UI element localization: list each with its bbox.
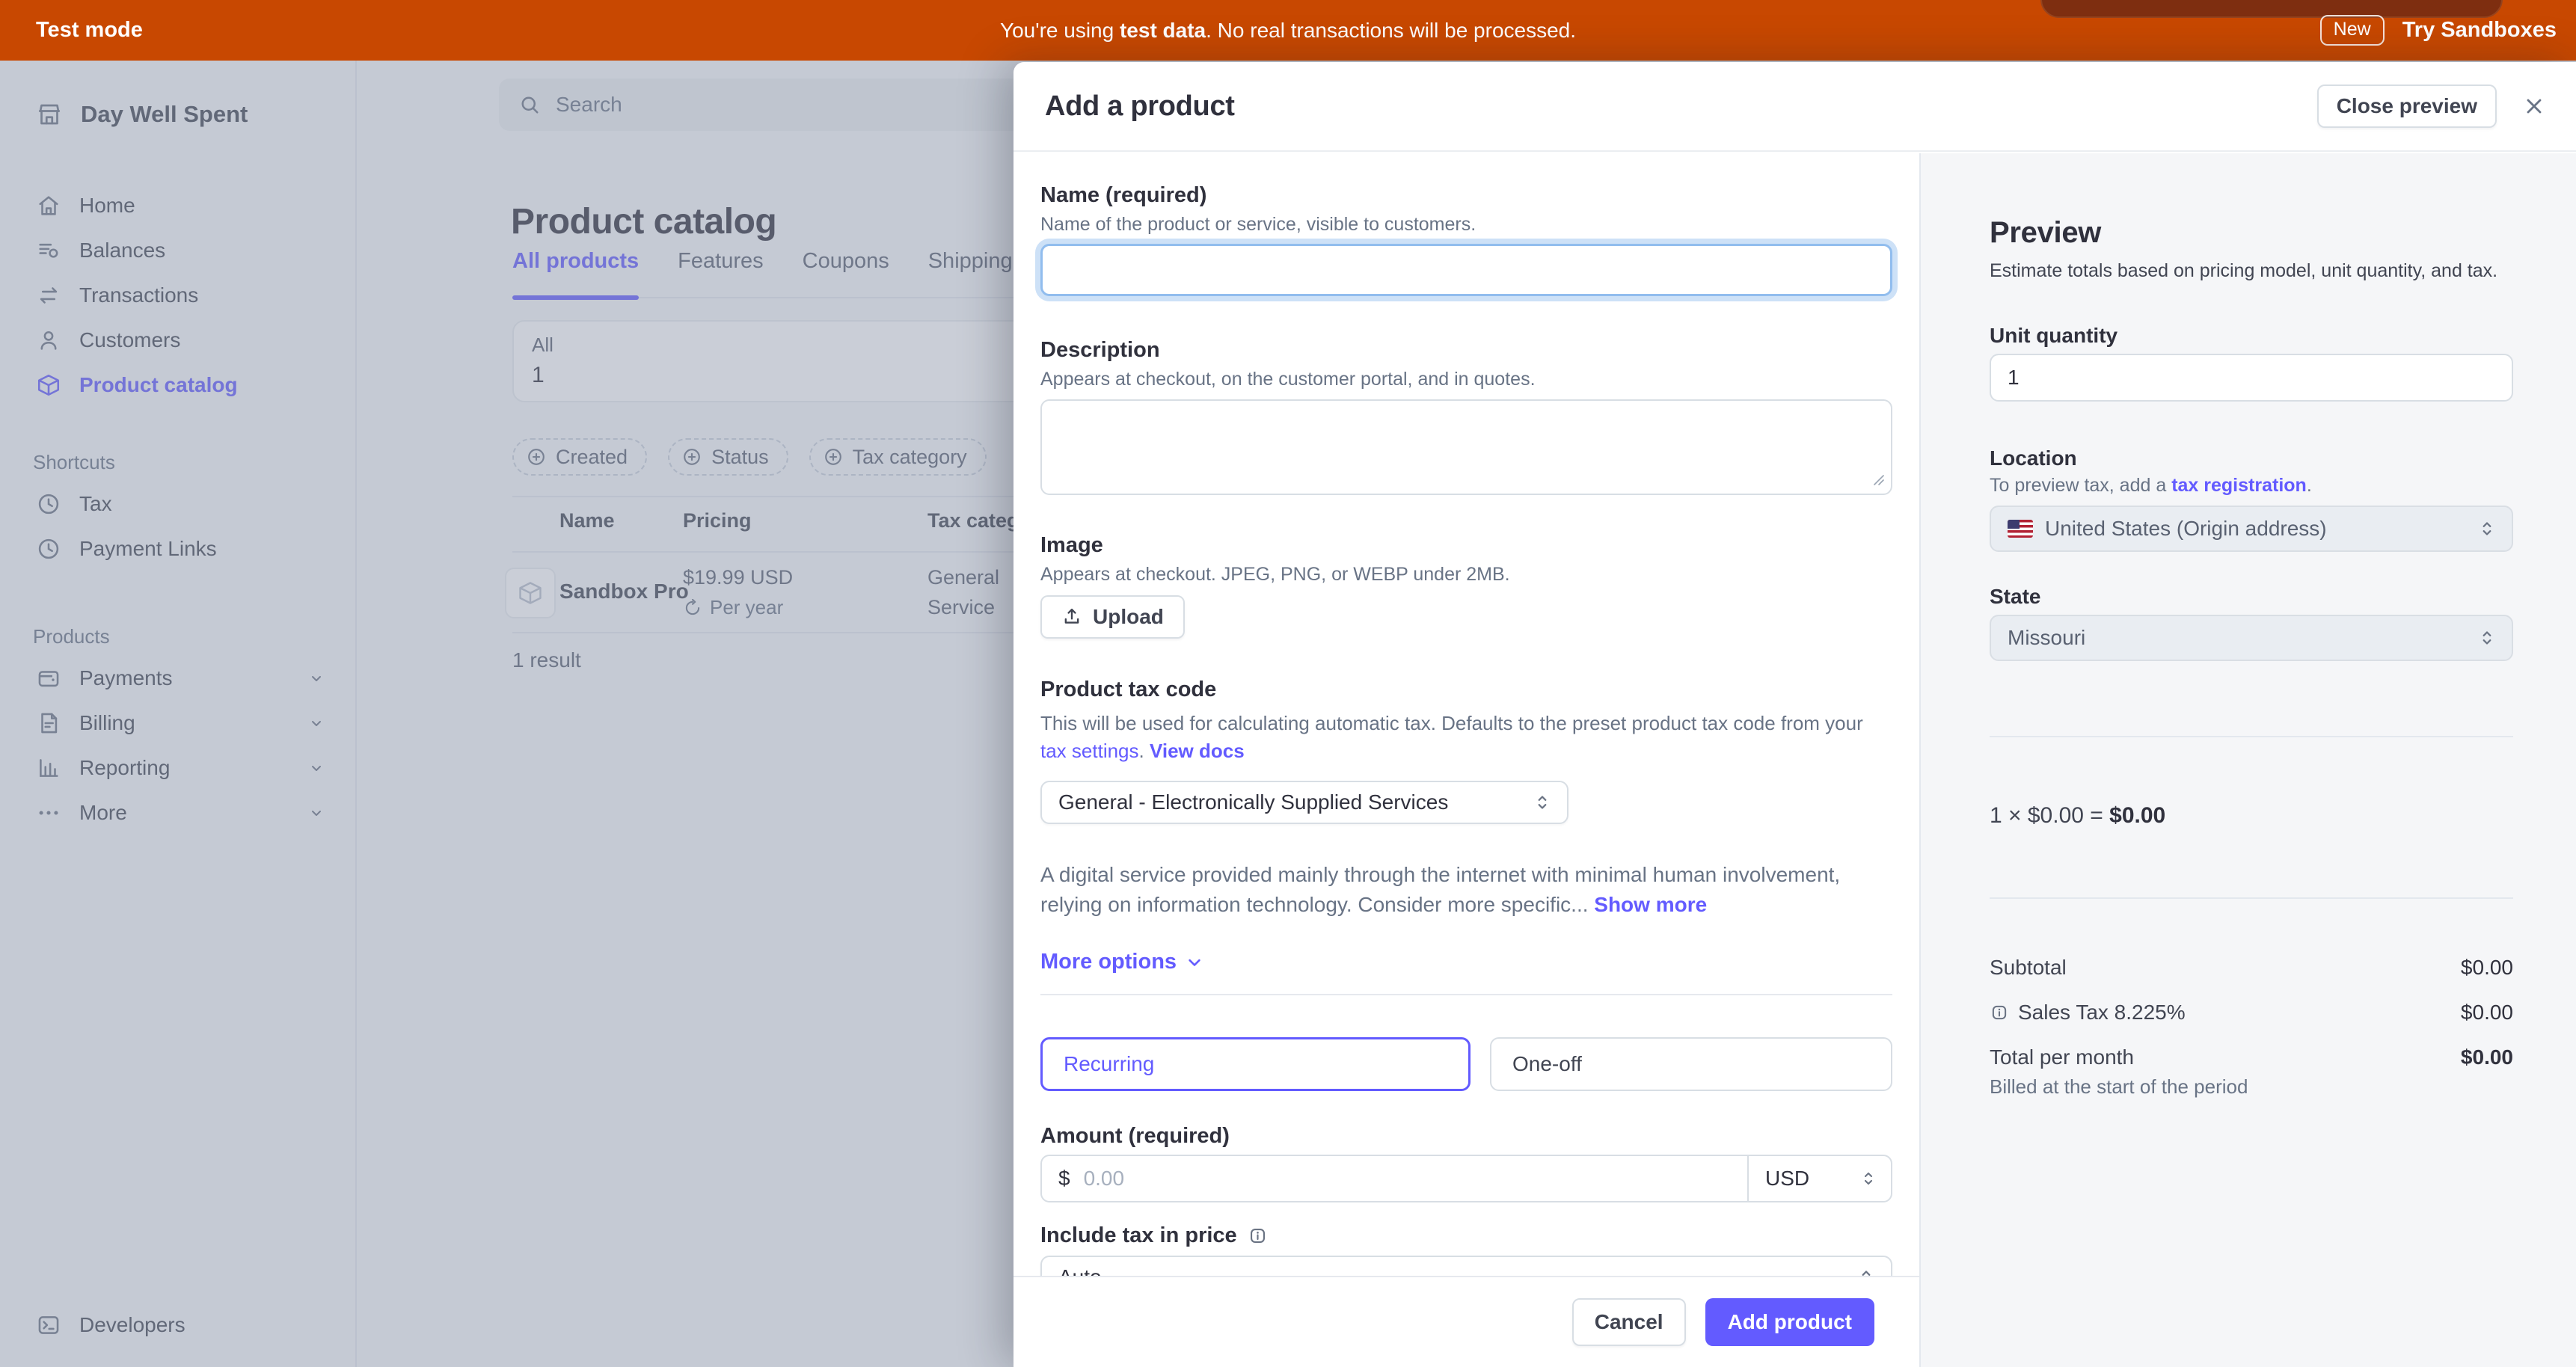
tax-code-select[interactable]: General - Electronically Supplied Servic…	[1040, 781, 1568, 824]
recurring-option[interactable]: Recurring	[1040, 1037, 1471, 1091]
unit-quantity-input[interactable]	[1990, 354, 2513, 402]
close-preview-button[interactable]: Close preview	[2317, 85, 2497, 128]
view-docs-link[interactable]: View docs	[1150, 740, 1245, 762]
billed-note: Billed at the start of the period	[1990, 1075, 2513, 1099]
location-label: Location	[1990, 446, 2513, 470]
description-textarea[interactable]	[1040, 399, 1892, 495]
amount-input[interactable]	[1082, 1166, 1731, 1191]
preview-divider	[1990, 897, 2513, 899]
new-badge: New	[2320, 15, 2385, 46]
image-label: Image	[1040, 533, 1892, 558]
select-updown-icon	[2477, 517, 2497, 540]
select-updown-icon	[1859, 1168, 1877, 1189]
modal-header: Add a product Close preview	[1013, 62, 2576, 152]
include-tax-row: Include tax in price	[1040, 1223, 1892, 1248]
test-mode-banner: Test mode You're using test data. No rea…	[0, 0, 2576, 61]
cancel-button[interactable]: Cancel	[1572, 1298, 1686, 1346]
upload-button[interactable]: Upload	[1040, 595, 1185, 639]
us-flag-icon	[2008, 520, 2033, 538]
add-product-modal: Add a product Close preview Name (requir…	[1013, 62, 2576, 1367]
tax-code-label: Product tax code	[1040, 678, 1892, 702]
info-icon[interactable]	[1990, 1003, 2009, 1022]
show-more-link[interactable]: Show more	[1594, 893, 1707, 916]
screen: Test mode You're using test data. No rea…	[0, 0, 2576, 1367]
amount-field-group: $ USD	[1040, 1155, 1892, 1202]
upload-icon	[1061, 606, 1082, 627]
select-updown-icon	[1533, 791, 1552, 814]
include-tax-label: Include tax in price	[1040, 1223, 1237, 1248]
close-icon[interactable]	[2522, 94, 2546, 118]
sales-tax-row: Sales Tax 8.225% $0.00	[1990, 1001, 2513, 1025]
chevron-down-icon	[1184, 952, 1205, 973]
select-updown-icon	[2477, 627, 2497, 649]
one-off-option[interactable]: One-off	[1490, 1037, 1892, 1091]
modal-footer: Cancel Add product	[1013, 1276, 1919, 1367]
preview-title: Preview	[1990, 216, 2513, 250]
amount-input-wrap: $	[1042, 1156, 1747, 1201]
tax-code-description: A digital service provided mainly throug…	[1040, 860, 1841, 920]
name-help: Name of the product or service, visible …	[1040, 211, 1892, 238]
test-data-message: You're using test data. No real transact…	[0, 19, 2576, 43]
preview-divider	[1990, 736, 2513, 737]
amount-label: Amount (required)	[1040, 1124, 1892, 1149]
more-options-toggle[interactable]: More options	[1040, 950, 1205, 974]
tax-code-help: This will be used for calculating automa…	[1040, 710, 1869, 766]
tax-settings-link[interactable]: tax settings	[1040, 740, 1139, 762]
modal-title: Add a product	[1045, 90, 1235, 123]
description-label: Description	[1040, 338, 1892, 363]
preview-panel: Preview Estimate totals based on pricing…	[1919, 153, 2576, 1367]
calculation-line: 1 × $0.00 = $0.00	[1990, 803, 2513, 829]
info-icon[interactable]	[1248, 1226, 1268, 1246]
description-help: Appears at checkout, on the customer por…	[1040, 366, 1892, 393]
country-select[interactable]: United States (Origin address)	[1990, 506, 2513, 552]
state-select[interactable]: Missouri	[1990, 615, 2513, 661]
add-product-button[interactable]: Add product	[1705, 1298, 1874, 1346]
unit-quantity-label: Unit quantity	[1990, 324, 2513, 348]
subtotal-row: Subtotal $0.00	[1990, 956, 2513, 980]
currency-symbol: $	[1058, 1167, 1070, 1191]
resize-grip-icon[interactable]	[1871, 473, 1885, 490]
preview-subtitle: Estimate totals based on pricing model, …	[1990, 260, 2513, 282]
name-input[interactable]	[1040, 244, 1892, 296]
state-label: State	[1990, 585, 2513, 609]
currency-select[interactable]: USD	[1747, 1156, 1891, 1201]
image-help: Appears at checkout. JPEG, PNG, or WEBP …	[1040, 561, 1892, 588]
try-sandboxes-link[interactable]: Try Sandboxes	[2402, 18, 2557, 43]
product-form: Name (required) Name of the product or s…	[1013, 153, 1919, 1367]
tax-registration-link[interactable]: tax registration	[2171, 475, 2307, 496]
name-label: Name (required)	[1040, 183, 1892, 208]
location-help: To preview tax, add a tax registration.	[1990, 475, 2513, 497]
form-divider	[1040, 994, 1892, 995]
pricing-model-toggle: Recurring One-off	[1040, 1037, 1892, 1091]
total-row: Total per month $0.00	[1990, 1045, 2513, 1069]
